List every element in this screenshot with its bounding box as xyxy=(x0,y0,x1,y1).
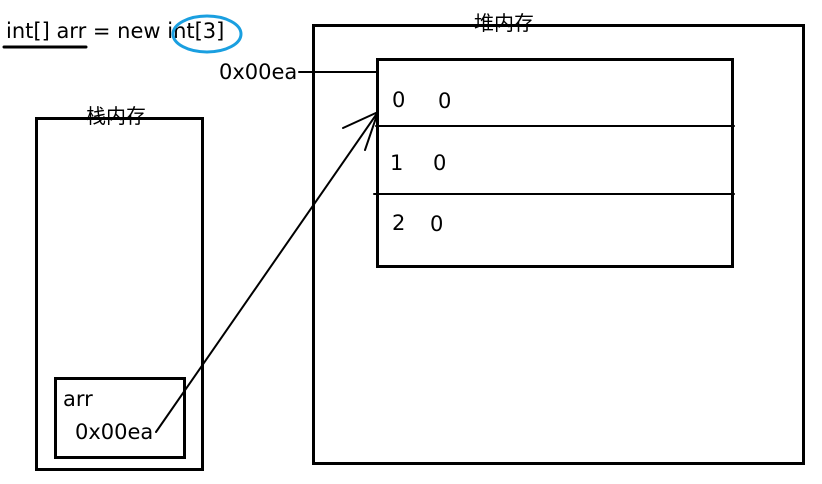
reference-arrow-line xyxy=(155,111,379,433)
diagram-lines xyxy=(2,14,735,433)
highlight-circle xyxy=(171,14,243,54)
reference-arrowhead xyxy=(342,111,379,151)
